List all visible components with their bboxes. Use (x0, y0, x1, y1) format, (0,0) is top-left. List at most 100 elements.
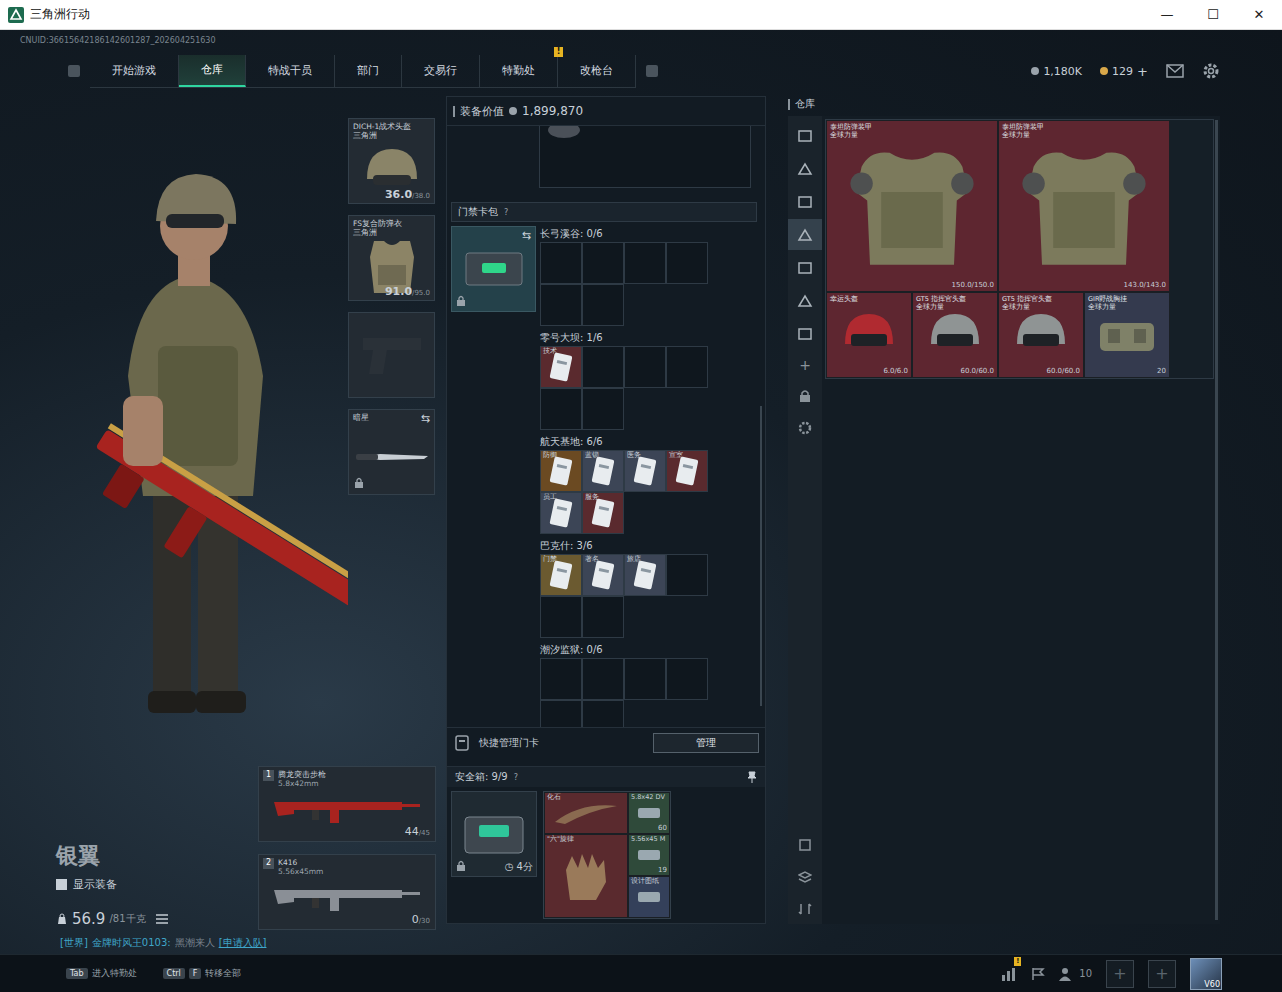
keycard-cell[interactable] (666, 658, 708, 700)
equipment-slot[interactable]: FS复合防弹衣三角洲91.0/95.0 (348, 215, 435, 301)
keycard-cell[interactable] (582, 700, 624, 727)
stats-button[interactable]: ! (1001, 967, 1017, 981)
friends-button[interactable]: 10 (1059, 967, 1092, 981)
nav-next-icon[interactable] (646, 65, 658, 77)
nav-tab[interactable]: 部门 (335, 55, 402, 87)
sort-icon[interactable] (798, 838, 812, 852)
gear-icon[interactable] (798, 421, 812, 435)
warehouse-tab[interactable] (788, 285, 822, 316)
warehouse-item[interactable]: GIR野战胸挂全球力量20 (1084, 292, 1170, 378)
keycard-cell[interactable] (540, 700, 582, 727)
equipment-slot[interactable] (348, 312, 435, 398)
keycard-cell[interactable] (540, 658, 582, 700)
weapon-slot[interactable]: 1腾龙突击步枪5.8x42mm44/45 (258, 766, 436, 842)
safebox-item[interactable]: 设计图纸 (628, 876, 670, 918)
keycard[interactable]: 宣室 (667, 451, 707, 491)
warehouse-tab[interactable] (788, 186, 822, 217)
keycard-cell[interactable] (624, 242, 666, 284)
lock-icon[interactable] (799, 389, 811, 403)
keycard-cell[interactable] (540, 242, 582, 284)
keycard-cell[interactable]: 医务 (624, 450, 666, 492)
equipment-slot[interactable]: 暗星⇆ (348, 409, 435, 495)
keycard-cell[interactable]: 技术 (540, 346, 582, 388)
keycard-cell[interactable] (624, 658, 666, 700)
keycard-cell[interactable]: 门禁 (540, 554, 582, 596)
checkbox-box[interactable] (56, 879, 67, 890)
squad-invite-button[interactable]: + (1148, 960, 1176, 988)
keycard-cell[interactable] (540, 596, 582, 638)
swap-icon[interactable]: ⇆ (421, 412, 430, 425)
warehouse-item[interactable]: GT5 指挥官头盔全球力量60.0/60.0 (998, 292, 1084, 378)
key-hint[interactable]: CtrlF转移全部 (163, 967, 242, 980)
keycard-cell[interactable] (624, 346, 666, 388)
nav-tab[interactable]: 特战干员 (246, 55, 335, 87)
keycard-cell[interactable] (582, 284, 624, 326)
keycard[interactable]: 医务 (625, 451, 665, 491)
mail-icon[interactable] (1166, 64, 1184, 78)
help-icon[interactable]: ? (514, 773, 518, 782)
warehouse-item[interactable]: GT5 指挥官头盔全球力量60.0/60.0 (912, 292, 998, 378)
manage-button[interactable]: 管理 (653, 733, 759, 753)
nav-tab[interactable]: 交易行 (402, 55, 480, 87)
warehouse-tab[interactable] (788, 318, 822, 349)
keycard-cell[interactable]: 服务 (582, 492, 624, 534)
keycard[interactable]: 旅店 (625, 555, 665, 595)
keycard[interactable]: 门禁 (541, 555, 581, 595)
keycard-cell[interactable] (582, 388, 624, 430)
safebox-slot[interactable]: ◷ 4分 (451, 791, 537, 877)
keycard[interactable]: 防御 (541, 451, 581, 491)
warehouse-item[interactable]: 泰坦防弹装甲全球力量143.0/143.0 (998, 120, 1170, 292)
layers-icon[interactable] (798, 870, 812, 884)
warehouse-tab[interactable] (788, 219, 822, 250)
help-icon[interactable]: ? (504, 208, 508, 217)
safebox-item[interactable]: 5.56x45 M19 (628, 834, 670, 876)
keycard-cell[interactable] (666, 554, 708, 596)
gear-icon[interactable] (1202, 62, 1220, 80)
keycard-cell[interactable] (540, 388, 582, 430)
flag-button[interactable] (1031, 967, 1045, 981)
keycard[interactable]: 著名 (583, 555, 623, 595)
keycard-cell[interactable] (540, 284, 582, 326)
keycard-cell[interactable]: 蓝锁 (582, 450, 624, 492)
nav-tab[interactable]: 改枪台 (558, 55, 636, 87)
keycard[interactable]: 技术 (541, 347, 581, 387)
keycard-cell[interactable]: 旅店 (624, 554, 666, 596)
key-hint[interactable]: Tab进入特勤处 (66, 967, 137, 980)
warehouse-tab[interactable] (788, 252, 822, 283)
window-control-button[interactable]: — (1144, 0, 1190, 29)
show-equipment-checkbox[interactable]: 显示装备 (56, 877, 258, 892)
safebox-item[interactable]: 化石 (544, 792, 628, 834)
weapon-slot[interactable]: 2K4165.56x45mm0/30 (258, 854, 436, 930)
pin-icon[interactable] (747, 771, 757, 783)
keycard-cell[interactable]: 防御 (540, 450, 582, 492)
window-control-button[interactable]: ✕ (1236, 0, 1282, 29)
keycard-cell[interactable]: 员工 (540, 492, 582, 534)
safebox-item[interactable]: 5.8x42 DV60 (628, 792, 670, 834)
warehouse-item[interactable]: 泰坦防弹装甲全球力量150.0/150.0 (826, 120, 998, 292)
keycard-cell[interactable]: 著名 (582, 554, 624, 596)
warehouse-item[interactable]: 幸运头盔6.0/6.0 (826, 292, 912, 378)
list-icon[interactable] (156, 914, 168, 924)
keycard-cell[interactable]: 宣室 (666, 450, 708, 492)
safebox-item[interactable]: "六"旋律 (544, 834, 628, 918)
keycard-cell[interactable] (582, 346, 624, 388)
nav-tab[interactable]: 仓库 (179, 55, 246, 87)
player-avatar[interactable]: V60 (1190, 958, 1222, 990)
arrange-icon[interactable] (798, 902, 812, 916)
keycard[interactable]: 员工 (541, 493, 581, 533)
scrollbar[interactable] (760, 406, 762, 706)
swap-icon[interactable]: ⇆ (522, 229, 531, 242)
squad-invite-button[interactable]: + (1106, 960, 1134, 988)
keycard-cell[interactable] (666, 242, 708, 284)
nav-tab[interactable]: 开始游戏 (90, 55, 179, 87)
keycard[interactable]: 服务 (583, 493, 623, 533)
keycard-cell[interactable] (582, 242, 624, 284)
nav-tab[interactable]: 特勤处! (480, 55, 558, 87)
warehouse-tab[interactable] (788, 153, 822, 184)
equipment-slot[interactable]: DICH-1战术头盔三角洲36.0/38.0 (348, 118, 435, 204)
keycard[interactable]: 蓝锁 (583, 451, 623, 491)
window-control-button[interactable]: ☐ (1190, 0, 1236, 29)
equipment-scroll[interactable]: 门禁卡包?⇆长弓溪谷: 0/6零号大坝: 1/6技术航天基地: 6/6防御蓝锁医… (447, 126, 765, 727)
currency-add-button[interactable]: + (1137, 64, 1148, 79)
keycard-cell[interactable] (666, 346, 708, 388)
